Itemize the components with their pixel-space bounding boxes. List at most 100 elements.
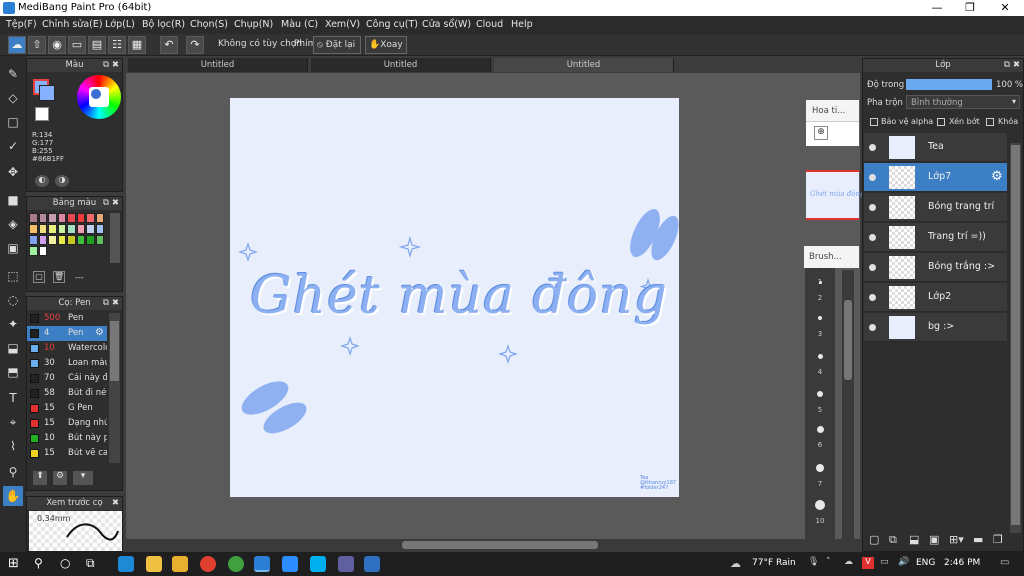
notification-icon[interactable]: ▭ <box>1000 557 1009 568</box>
brush-size-dot[interactable] <box>815 500 825 510</box>
close-button[interactable]: ✕ <box>990 1 1020 14</box>
brush-item[interactable]: 4 Pen ⚙ <box>27 326 107 341</box>
grid-icon[interactable]: ▦ <box>128 36 146 54</box>
close-icon[interactable]: ✖ <box>112 297 119 310</box>
menu-window[interactable]: Cửa sổ(W) <box>422 19 471 30</box>
menu-layer[interactable]: Lớp(L) <box>105 19 135 30</box>
palette-swatch[interactable] <box>67 224 76 234</box>
duplicate-icon[interactable]: ❐ <box>993 533 1003 546</box>
bucket-tool-icon[interactable]: ◈ <box>3 214 23 234</box>
layer-row[interactable]: Tea <box>864 133 1007 162</box>
skype-icon[interactable] <box>310 556 326 572</box>
gradient-tool-icon[interactable]: ▣ <box>3 238 23 258</box>
zoom-icon[interactable]: ⊕ <box>814 126 828 140</box>
brush-add-icon[interactable]: ⬆ <box>33 471 47 485</box>
upload-icon[interactable]: ⇧ <box>28 36 46 54</box>
palette-swatch[interactable] <box>67 235 76 245</box>
menu-file[interactable]: Tệp(F) <box>6 19 37 30</box>
lock-checkbox[interactable] <box>986 118 994 126</box>
menu-cloud[interactable]: Cloud <box>476 19 503 30</box>
palette-swatch[interactable] <box>48 235 57 245</box>
menu-tools[interactable]: Công cụ(T) <box>366 19 418 30</box>
palette-scrollbar[interactable] <box>110 213 120 263</box>
comment-icon[interactable]: ◉ <box>48 36 66 54</box>
brush-size-dot[interactable] <box>817 391 823 397</box>
menu-edit[interactable]: Chỉnh sửa(E) <box>42 19 103 30</box>
zoom-app-icon[interactable] <box>282 556 298 572</box>
close-icon[interactable]: ✖ <box>112 59 119 72</box>
navigator-thumbnail[interactable]: Ghét mùa đông <box>806 170 865 220</box>
brush-size-dot[interactable] <box>819 265 821 267</box>
brush-item[interactable]: 10 Watercolor <box>27 341 107 356</box>
dot-tool-icon[interactable]: ✓ <box>3 136 23 156</box>
doc-tab-2[interactable]: Untitled <box>311 58 491 72</box>
divide-tool-icon[interactable]: ⌖ <box>3 412 23 432</box>
cloud-icon[interactable]: ☁ <box>8 36 26 54</box>
brush-size-dot[interactable] <box>818 316 822 320</box>
doc-tab-1[interactable]: Untitled <box>128 58 308 72</box>
palette-swatch[interactable] <box>38 213 47 223</box>
photos-icon[interactable] <box>364 556 380 572</box>
eye-icon[interactable] <box>869 174 876 181</box>
transparent-swatch[interactable] <box>35 107 49 121</box>
list-icon[interactable]: ☷ <box>108 36 126 54</box>
palette-swatch[interactable] <box>95 235 104 245</box>
trash-icon[interactable]: 🗑 <box>53 271 65 283</box>
palette-swatch[interactable] <box>29 213 38 223</box>
clipping-checkbox[interactable] <box>937 118 945 126</box>
gear-icon[interactable]: ⚙ <box>991 169 1003 184</box>
brush-size-dot[interactable] <box>817 353 823 359</box>
sample-icon[interactable]: ◑ <box>55 175 69 187</box>
palette-swatch[interactable] <box>38 235 47 245</box>
palette-swatch[interactable] <box>76 235 85 245</box>
medibang-icon[interactable] <box>254 556 270 572</box>
brush-item[interactable]: 10 Bút này phai <box>27 431 107 446</box>
palette-swatch[interactable] <box>29 224 38 234</box>
brush-tool-icon[interactable]: ✎ <box>3 64 23 84</box>
protect-alpha-checkbox[interactable] <box>870 118 878 126</box>
brush-settings-icon[interactable]: ⚙ <box>53 471 67 485</box>
secondary-color-swatch[interactable] <box>39 85 55 101</box>
brush-item[interactable]: 15 G Pen <box>27 401 107 416</box>
brush-size-dot[interactable] <box>818 280 822 284</box>
layer-row[interactable]: bg :> <box>864 313 1007 342</box>
brush-item[interactable]: 30 Loan màu <box>27 356 107 371</box>
new-layer-icon[interactable]: ▢ <box>869 533 879 546</box>
palette-swatch[interactable] <box>29 246 38 256</box>
eye-icon[interactable] <box>869 324 876 331</box>
palette-icon[interactable]: ◐ <box>35 175 49 187</box>
palette-swatch[interactable] <box>86 224 95 234</box>
rectangle-tool-icon[interactable]: □ <box>3 112 23 132</box>
undo-icon[interactable]: ↶ <box>160 36 178 54</box>
palette-swatch[interactable] <box>95 224 104 234</box>
rotate-button[interactable]: ✋Xoay <box>365 36 407 54</box>
close-icon[interactable]: ✖ <box>112 497 119 510</box>
windows-icon[interactable]: ⊞ <box>8 556 19 571</box>
brush-size-scrollbar[interactable] <box>842 270 854 546</box>
menu-filter[interactable]: Bộ lọc(R) <box>142 19 185 30</box>
color-wheel[interactable] <box>77 75 121 119</box>
document-icon[interactable]: ▤ <box>88 36 106 54</box>
chrome-icon[interactable] <box>200 556 216 572</box>
layer-menu-icon[interactable]: ⊞▾ <box>949 533 964 546</box>
brush-scrollbar[interactable] <box>109 313 120 463</box>
doc-tab-3[interactable]: Untitled <box>494 58 674 72</box>
edge-icon[interactable] <box>118 556 134 572</box>
volume-icon[interactable]: 🔊 <box>898 557 909 567</box>
add-layer-icon[interactable]: ▣ <box>929 533 939 546</box>
palette-swatch[interactable] <box>57 213 66 223</box>
menu-view[interactable]: Xem(V) <box>325 19 360 30</box>
folder-icon[interactable]: ▬ <box>973 533 983 546</box>
eye-icon[interactable] <box>869 144 876 151</box>
eye-icon[interactable] <box>869 264 876 271</box>
opacity-slider[interactable] <box>906 79 992 90</box>
blend-mode-select[interactable]: Bình thường ▾ <box>906 95 1020 109</box>
palette-swatch[interactable] <box>57 235 66 245</box>
brush-size-dot[interactable] <box>816 425 824 433</box>
drawing-canvas[interactable]: Ghét mùa đông Tea @tthanruy187 #folder24… <box>230 98 679 497</box>
new-page-icon[interactable]: ▢ <box>33 271 45 283</box>
move-tool-icon[interactable]: ✥ <box>3 162 23 182</box>
eye-icon[interactable] <box>869 234 876 241</box>
files-icon[interactable] <box>146 556 162 572</box>
layer-row[interactable]: Bóng trang trí <box>864 193 1007 222</box>
